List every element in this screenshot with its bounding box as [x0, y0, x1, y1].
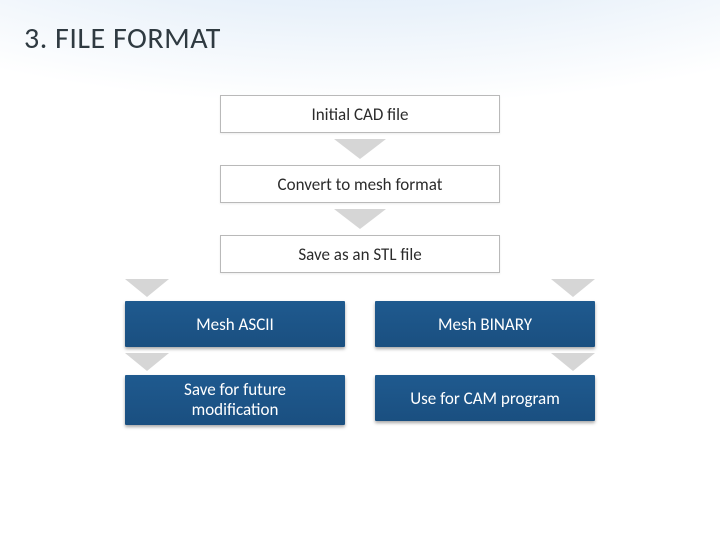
- branch-save-future: Save for future modification: [125, 375, 345, 425]
- branch-save-future-line1: Save for future: [184, 379, 286, 400]
- split-arrows: [125, 279, 595, 297]
- branch-save-future-line2: modification: [192, 399, 279, 420]
- step-save-stl: Save as an STL file: [220, 235, 500, 273]
- split-arrows-2: [125, 353, 595, 371]
- arrow-down-icon: [125, 279, 169, 297]
- page-title: 3. FILE FORMAT: [24, 20, 221, 57]
- branch-mesh-binary: Mesh BINARY: [375, 301, 595, 347]
- branch-row-2: Save for future modification Use for CAM…: [125, 375, 595, 425]
- arrow-down-icon: [334, 139, 386, 159]
- arrow-down-icon: [125, 353, 169, 371]
- branch-mesh-ascii: Mesh ASCII: [125, 301, 345, 347]
- branch-row-1: Mesh ASCII Mesh BINARY: [125, 301, 595, 347]
- step-initial-cad: Initial CAD file: [220, 95, 500, 133]
- arrow-down-icon: [334, 209, 386, 229]
- branch-use-cam: Use for CAM program: [375, 375, 595, 421]
- flowchart: Initial CAD file Convert to mesh format …: [0, 95, 720, 425]
- arrow-down-icon: [551, 353, 595, 371]
- step-convert-mesh: Convert to mesh format: [220, 165, 500, 203]
- arrow-down-icon: [551, 279, 595, 297]
